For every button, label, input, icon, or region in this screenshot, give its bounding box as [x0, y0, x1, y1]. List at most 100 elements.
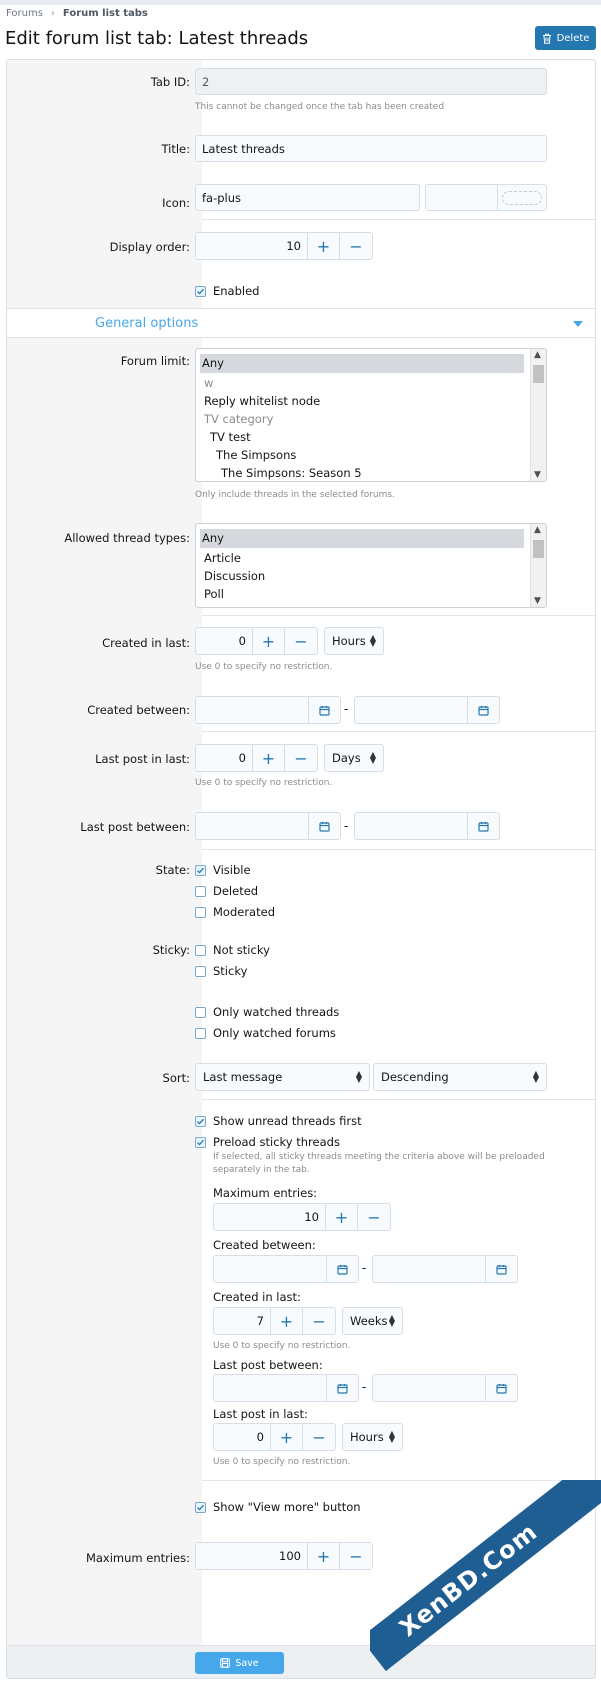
increment-button[interactable]: +	[270, 1307, 303, 1335]
decrement-button[interactable]: −	[340, 1542, 373, 1570]
last-post-in-last-unit-select[interactable]: Days ▲ ▼	[324, 744, 384, 772]
preload-created-in-last-input[interactable]: 7	[213, 1307, 270, 1335]
created-in-last-unit-select[interactable]: Hours ▲ ▼	[324, 627, 384, 655]
show-view-more-checkbox[interactable]: Show "View more" button	[195, 1500, 361, 1514]
date-picker-button[interactable]	[326, 1374, 359, 1402]
breadcrumb-forum-list-tabs[interactable]: Forum list tabs	[63, 8, 148, 19]
show-unread-first-checkbox[interactable]: Show unread threads first	[195, 1114, 362, 1128]
sort-field-select[interactable]: Last message ▲ ▼	[195, 1063, 370, 1091]
list-option[interactable]: Poll	[204, 587, 224, 601]
increment-button[interactable]: +	[252, 627, 285, 655]
calendar-icon	[478, 705, 489, 716]
list-option[interactable]: The Simpsons	[216, 448, 296, 462]
divider	[202, 219, 595, 220]
decrement-button[interactable]: −	[358, 1203, 391, 1231]
scroll-down-icon[interactable]: ▼	[534, 596, 541, 606]
created-in-last-input[interactable]: 0	[195, 627, 252, 655]
thread-types-list[interactable]: Any Article Discussion Poll ▲ ▼	[195, 523, 547, 608]
scroll-up-icon[interactable]: ▲	[534, 525, 541, 535]
date-picker-button[interactable]	[485, 1255, 518, 1283]
date-input[interactable]	[195, 812, 308, 840]
checkbox-label: Show "View more" button	[213, 1500, 361, 1514]
created-between-label: Created between:	[87, 703, 190, 717]
only-watched-threads-checkbox[interactable]: Only watched threads	[195, 1005, 339, 1019]
enabled-checkbox[interactable]: Enabled	[195, 284, 259, 298]
display-order-input[interactable]: 10	[195, 232, 307, 260]
increment-button[interactable]: +	[307, 1542, 340, 1570]
save-button[interactable]: Save	[195, 1652, 284, 1674]
date-picker-button[interactable]	[308, 696, 341, 724]
list-option[interactable]: TV test	[210, 430, 251, 444]
preload-last-post-in-last-unit-select[interactable]: Hours ▲ ▼	[342, 1423, 403, 1451]
preload-sticky-checkbox[interactable]: Preload sticky threads	[195, 1135, 340, 1149]
increment-button[interactable]: +	[252, 744, 285, 772]
date-picker-button[interactable]	[326, 1255, 359, 1283]
increment-button[interactable]: +	[325, 1203, 358, 1231]
decrement-button[interactable]: −	[285, 627, 318, 655]
state-deleted-checkbox[interactable]: Deleted	[195, 884, 258, 898]
list-option[interactable]: The Simpsons: Season 5	[221, 466, 362, 480]
date-input[interactable]	[372, 1255, 485, 1283]
date-input[interactable]	[213, 1255, 326, 1283]
date-picker-button[interactable]	[467, 696, 500, 724]
select-value: Hours	[332, 634, 366, 648]
scroll-thumb[interactable]	[533, 365, 544, 383]
delete-button[interactable]: Delete	[535, 26, 596, 50]
date-input[interactable]	[372, 1374, 485, 1402]
decrement-button[interactable]: −	[340, 232, 373, 260]
decrement-button[interactable]: −	[303, 1423, 336, 1451]
scroll-thumb[interactable]	[533, 540, 544, 558]
decrement-button[interactable]: −	[285, 744, 318, 772]
general-options-section[interactable]: General options	[7, 308, 595, 338]
top-strip	[0, 0, 601, 5]
divider	[202, 731, 595, 732]
state-visible-checkbox[interactable]: Visible	[195, 863, 251, 877]
checkbox-unchecked-icon	[195, 1027, 206, 1039]
select-value: Days	[332, 751, 361, 765]
increment-button[interactable]: +	[307, 232, 340, 260]
scrollbar[interactable]: ▲ ▼	[530, 524, 546, 607]
scroll-up-icon[interactable]: ▲	[534, 350, 541, 360]
icon-input[interactable]: fa-plus	[195, 184, 420, 211]
maximum-entries-input[interactable]: 100	[195, 1542, 307, 1570]
list-option[interactable]: Any	[200, 354, 524, 373]
state-moderated-checkbox[interactable]: Moderated	[195, 905, 275, 919]
save-icon	[220, 1658, 231, 1668]
date-picker-button[interactable]	[485, 1374, 518, 1402]
preload-max-entries-input[interactable]: 10	[213, 1203, 325, 1231]
date-input[interactable]	[354, 696, 467, 724]
date-picker-button[interactable]	[308, 812, 341, 840]
not-sticky-checkbox[interactable]: Not sticky	[195, 943, 270, 957]
breadcrumb-forums[interactable]: Forums	[6, 8, 43, 19]
preload-last-post-in-last-input[interactable]: 0	[213, 1423, 270, 1451]
list-option[interactable]: Any	[200, 529, 524, 548]
list-option[interactable]: TV category	[204, 412, 273, 426]
tab-id-hint: This cannot be changed once the tab has …	[195, 102, 445, 112]
list-option[interactable]: Article	[204, 551, 241, 565]
scrollbar[interactable]: ▲ ▼	[530, 349, 546, 481]
created-in-last-stepper: 0 + −	[195, 627, 318, 655]
preload-created-between-end	[372, 1255, 518, 1283]
list-option[interactable]: w	[204, 376, 213, 390]
title-input[interactable]: Latest threads	[195, 135, 547, 162]
preload-last-post-between-start	[213, 1374, 359, 1402]
decrement-button[interactable]: −	[303, 1307, 336, 1335]
date-input[interactable]	[354, 812, 467, 840]
scroll-down-icon[interactable]: ▼	[534, 470, 541, 480]
only-watched-forums-checkbox[interactable]: Only watched forums	[195, 1026, 336, 1040]
date-input[interactable]	[195, 696, 308, 724]
forum-limit-list[interactable]: Any w Reply whitelist node TV category T…	[195, 348, 547, 482]
list-option[interactable]: Discussion	[204, 569, 265, 583]
date-input[interactable]	[213, 1374, 326, 1402]
last-post-in-last-input[interactable]: 0	[195, 744, 252, 772]
maximum-entries-label: Maximum entries:	[85, 1551, 190, 1565]
list-option[interactable]: Reply whitelist node	[204, 394, 320, 408]
icon-picker[interactable]	[425, 184, 547, 211]
sticky-checkbox[interactable]: Sticky	[195, 964, 247, 978]
preload-last-post-between-end	[372, 1374, 518, 1402]
sort-direction-select[interactable]: Descending ▲ ▼	[373, 1063, 547, 1091]
increment-button[interactable]: +	[270, 1423, 303, 1451]
preload-created-in-last-stepper: 7 + −	[213, 1307, 336, 1335]
date-picker-button[interactable]	[467, 812, 500, 840]
preload-created-in-last-unit-select[interactable]: Weeks ▲ ▼	[342, 1307, 403, 1335]
